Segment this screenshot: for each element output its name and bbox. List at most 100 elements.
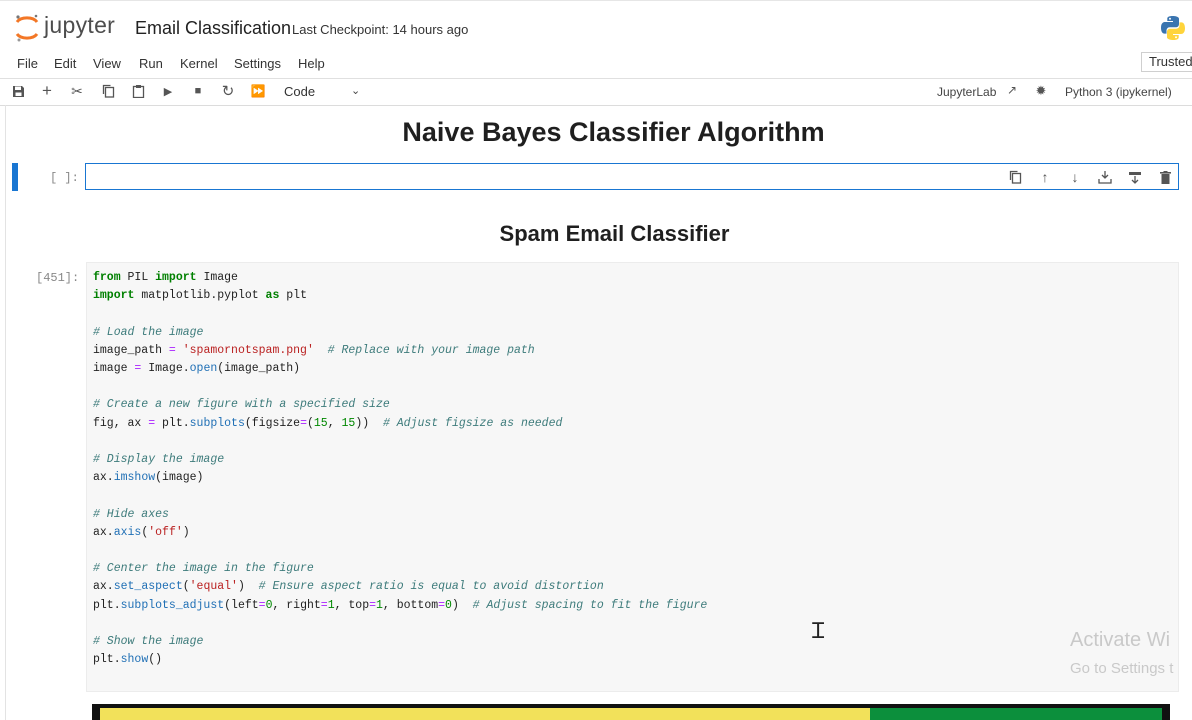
code-token: ): [451, 598, 473, 612]
code-token: =: [300, 416, 307, 430]
output-image-preview: [92, 704, 1170, 720]
cell-type-select[interactable]: Code: [284, 84, 315, 99]
code-string: 'off': [148, 525, 183, 539]
code-number: 15: [341, 416, 356, 430]
code-token: image: [93, 362, 135, 376]
activate-windows-watermark: Activate Wi: [1070, 629, 1171, 651]
empty-cell-prompt: [ ]:: [50, 171, 79, 185]
move-down-icon[interactable]: ↓: [1066, 168, 1084, 186]
heading-naive-bayes: Naive Bayes Classifier Algorithm: [402, 117, 825, 147]
output-image-yellow-band: [100, 708, 870, 720]
menu-bar: File Edit View Run Kernel Settings Help: [0, 52, 1192, 79]
copy-icon[interactable]: [100, 83, 116, 99]
code-token: )): [355, 416, 383, 430]
notebook-panel: Naive Bayes Classifier Algorithm [ ]: ↑ …: [0, 105, 1192, 720]
kernel-status[interactable]: Python 3 (ipykernel): [1065, 85, 1172, 99]
code-cell[interactable]: from PIL import Image import matplotlib.…: [86, 262, 1179, 692]
menu-edit[interactable]: Edit: [54, 56, 76, 71]
notebook-title[interactable]: Email Classification: [135, 18, 291, 39]
code-comment: # Center the image in the figure: [93, 562, 314, 576]
paste-icon[interactable]: [130, 83, 146, 99]
code-comment: # Adjust figsize as needed: [382, 416, 563, 430]
code-number: 0: [445, 598, 452, 612]
chevron-down-icon[interactable]: ⌄: [351, 84, 360, 97]
code-comment: # Show the image: [93, 635, 204, 649]
fast-forward-icon[interactable]: ⏩: [250, 83, 266, 99]
code-token: =: [369, 598, 377, 612]
jupyterlab-link[interactable]: JupyterLab: [937, 85, 996, 99]
code-token: plt.: [93, 598, 121, 612]
duplicate-cell-icon[interactable]: [1006, 168, 1024, 186]
active-cell-indicator: [12, 163, 18, 191]
insert-below-icon[interactable]: [1126, 168, 1144, 186]
text-cursor-icon: Ɪ: [812, 618, 825, 643]
move-up-icon[interactable]: ↑: [1036, 168, 1054, 186]
code-token: plt.: [93, 653, 121, 667]
code-number: 1: [376, 598, 383, 612]
code-token: show: [120, 653, 149, 667]
code-cell-prompt: [451]:: [36, 271, 80, 285]
menu-settings[interactable]: Settings: [234, 56, 281, 71]
code-token: image_path: [93, 343, 169, 357]
empty-code-cell[interactable]: ↑ ↓: [85, 163, 1179, 190]
code-token: =: [320, 598, 328, 612]
code-token: as: [265, 289, 280, 303]
add-cell-icon[interactable]: +: [39, 81, 55, 100]
menu-run[interactable]: Run: [139, 56, 163, 71]
code-token: (image_path): [217, 362, 301, 376]
code-token: matplotlib.pyplot: [134, 289, 266, 303]
code-token: (): [148, 653, 163, 667]
code-token: =: [168, 343, 176, 357]
code-token: (: [306, 416, 314, 430]
code-comment: # Adjust spacing to fit the figure: [472, 598, 708, 612]
top-bar: jupyter Email Classification Last Checkp…: [0, 0, 1192, 53]
run-icon[interactable]: ▶: [160, 83, 176, 99]
cut-icon[interactable]: ✂: [69, 83, 85, 99]
code-token: Image.: [141, 362, 190, 376]
jupyter-logo-icon: [15, 14, 39, 42]
code-comment: # Replace with your image path: [327, 343, 535, 357]
code-token: (left: [224, 598, 259, 612]
menu-kernel[interactable]: Kernel: [180, 56, 218, 71]
code-token: (image): [155, 471, 204, 485]
trusted-badge[interactable]: Trusted: [1141, 52, 1192, 72]
code-string: 'spamornotspam.png': [182, 343, 314, 357]
stop-icon[interactable]: ■: [190, 83, 206, 99]
code-token: set_aspect: [113, 580, 183, 594]
delete-cell-icon[interactable]: [1156, 168, 1174, 186]
jupyter-wordmark[interactable]: jupyter: [44, 12, 115, 39]
code-token: plt.: [155, 416, 190, 430]
restart-icon[interactable]: ↻: [220, 83, 236, 100]
code-comment: # Ensure aspect ratio is equal to avoid …: [258, 580, 604, 594]
code-token: import: [155, 271, 197, 284]
insert-above-icon[interactable]: [1096, 168, 1114, 186]
output-image-green-band: [870, 708, 1162, 720]
save-icon[interactable]: [10, 83, 26, 99]
code-token: ): [182, 525, 190, 539]
heading-spam-classifier: Spam Email Classifier: [499, 221, 730, 246]
code-token: subplots_adjust: [120, 598, 225, 612]
debug-bug-icon[interactable]: ✹: [1033, 83, 1049, 99]
code-editor[interactable]: from PIL import Image import matplotlib.…: [93, 269, 707, 669]
code-comment: # Display the image: [93, 453, 225, 467]
code-token: Image: [196, 271, 238, 284]
external-link-icon[interactable]: ↗: [1004, 82, 1020, 98]
code-comment: # Create a new figure with a specified s…: [93, 398, 390, 412]
code-token: from: [93, 271, 121, 284]
code-number: 1: [327, 598, 335, 612]
code-comment: # Hide axes: [93, 507, 169, 521]
code-token: ax.: [93, 471, 114, 485]
code-token: =: [438, 598, 446, 612]
menu-view[interactable]: View: [93, 56, 121, 71]
notebook-toolbar: + ✂ ▶ ■ ↻ ⏩ Code ⌄ JupyterLab ↗ ✹ Python…: [0, 79, 1192, 106]
code-token: , right: [272, 598, 321, 612]
code-token: import: [93, 289, 135, 303]
cell-toolbar: ↑ ↓: [1006, 168, 1174, 186]
activate-windows-subtext: Go to Settings t: [1070, 660, 1174, 677]
menu-help[interactable]: Help: [298, 56, 325, 71]
code-token: (figsize: [244, 416, 301, 430]
code-token: ax.: [93, 525, 114, 539]
menu-file[interactable]: File: [17, 56, 38, 71]
